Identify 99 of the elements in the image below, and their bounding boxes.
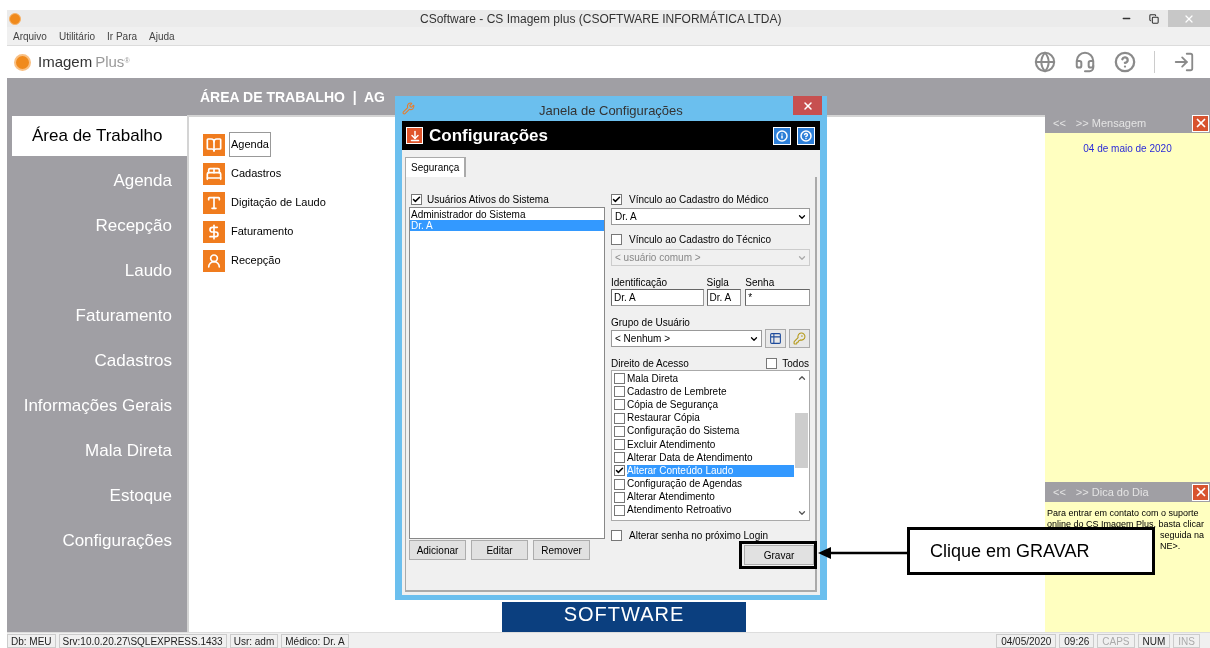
list-item[interactable]: Alterar Atendimento (627, 491, 794, 504)
checkbox[interactable] (614, 399, 625, 411)
wrench-icon (402, 102, 415, 115)
checkbox[interactable] (614, 439, 625, 451)
close-button[interactable] (793, 96, 822, 115)
app-logo-icon (9, 12, 21, 25)
dollar-icon[interactable] (203, 220, 225, 243)
checkbox[interactable] (614, 425, 625, 437)
headset-icon[interactable] (1074, 51, 1096, 73)
status-cell: Srv:10.0.20.27\SQLEXPRESS.1433 (58, 633, 227, 648)
scroll-down-icon[interactable] (796, 508, 807, 518)
menu-item[interactable]: Ajuda (149, 28, 175, 44)
logo-text: SOFTWARE (563, 604, 685, 624)
checkbox-label: Alterar senha no próximo Login (629, 528, 768, 543)
exit-icon[interactable] (1173, 51, 1195, 73)
shortcut-link[interactable]: Cadastros (229, 161, 284, 186)
dialog-title: Janela de Configurações (539, 102, 683, 120)
checkbox[interactable] (411, 194, 422, 205)
sidebar-item[interactable]: Área de Trabalho (12, 116, 187, 156)
window-title: CSoftware - CS Imagem plus (CSOFTWARE INFORMÁTICA LTDA) (420, 10, 782, 28)
menu-item[interactable]: Utilitário (58, 28, 96, 44)
breadcrumb: ÁREA DE TRABALHO | AG (200, 88, 385, 107)
list-item[interactable]: Alterar Data de Atendimento (627, 451, 794, 464)
brand-logo-icon (14, 53, 31, 71)
bed-icon[interactable] (203, 162, 225, 185)
list-item[interactable]: Excluir Atendimento (627, 438, 794, 451)
field-label: Identificação (611, 276, 669, 289)
status-cell: 09:26 (1059, 633, 1095, 648)
list-item[interactable]: Configuração do Sistema (627, 425, 794, 438)
checkbox[interactable] (614, 373, 625, 385)
checkbox-label: Vínculo ao Cadastro do Médico (629, 192, 769, 207)
checkbox[interactable] (614, 412, 625, 424)
menu-item[interactable]: Arquivo (13, 28, 47, 44)
checkbox[interactable] (614, 491, 625, 503)
close-icon (801, 99, 814, 112)
list-item[interactable]: Configuração de Agendas (627, 478, 794, 491)
restore-icon[interactable] (1149, 13, 1159, 24)
dialog-heading: Configurações (429, 124, 549, 147)
panel-title: >> Dica do Dia (1075, 484, 1149, 500)
book-icon[interactable] (203, 133, 225, 156)
checkbox[interactable] (614, 478, 625, 490)
shortcut-link[interactable]: Agenda (229, 132, 271, 157)
close-icon[interactable] (1192, 114, 1209, 132)
shortcut-link[interactable]: Recepção (229, 248, 283, 273)
tip-text: Para entrar em contato com o suporte (1047, 508, 1200, 519)
person-icon[interactable] (203, 249, 225, 272)
letter-icon[interactable] (203, 191, 225, 214)
info-icon[interactable] (773, 126, 791, 145)
dialog-button[interactable]: Editar (471, 540, 528, 560)
tip-text: online do CS Imagem Plus, basta clicar (1047, 519, 1206, 530)
list-item[interactable]: Mala Direta (627, 372, 794, 385)
checkbox-label: Vínculo ao Cadastro do Técnico (629, 232, 772, 247)
checkbox-label: Todos (782, 356, 809, 371)
input-field[interactable]: Dr. A (611, 289, 704, 306)
tip-text: seguida na (1159, 530, 1206, 541)
list-item[interactable]: Atendimento Retroativo (627, 504, 794, 517)
checkbox[interactable] (614, 386, 625, 398)
field-label: Senha (745, 276, 776, 289)
checkbox[interactable] (614, 504, 625, 516)
download-icon (406, 127, 423, 144)
shortcut-link[interactable]: Digitação de Laudo (229, 190, 328, 215)
scroll-up-icon[interactable] (796, 373, 807, 383)
field-label: Grupo de Usuário (611, 316, 691, 329)
checkbox[interactable] (766, 357, 778, 369)
tab[interactable]: Segurança (405, 157, 467, 177)
close-icon[interactable] (1192, 483, 1209, 501)
status-cell: Médico: Dr. A (281, 633, 349, 648)
checkbox[interactable] (614, 452, 625, 464)
checkbox[interactable] (611, 529, 622, 541)
status-cell: Db: MEU (7, 633, 56, 648)
list-item[interactable]: Administrador do Sistema (410, 209, 604, 220)
status-cell: NUM (1137, 633, 1171, 648)
list-item[interactable]: Restaurar Cópia (627, 412, 794, 425)
panel-title: >> Mensagem (1075, 115, 1147, 131)
list-item[interactable]: Cadastro de Lembrete (627, 385, 794, 398)
group-select[interactable]: < Nenhum > (611, 330, 762, 347)
dialog-button[interactable]: Adicionar (409, 540, 466, 560)
status-cell: CAPS (1097, 633, 1135, 648)
menu-item[interactable]: Ir Para (107, 28, 138, 44)
save-button[interactable]: Gravar (744, 545, 814, 565)
input-field[interactable]: Dr. A (706, 289, 742, 306)
table-edit-icon[interactable] (765, 329, 786, 348)
status-cell: INS (1173, 633, 1200, 648)
callout-text: Clique em GRAVAR (930, 539, 1090, 563)
shortcut-link[interactable]: Faturamento (229, 219, 296, 244)
checkbox[interactable] (614, 465, 625, 477)
list-item[interactable]: Cópia de Segurança (627, 398, 794, 411)
doctor-select[interactable]: Dr. A (611, 208, 810, 225)
globe-icon[interactable] (1034, 51, 1056, 73)
field-label: Direito de Acesso (611, 356, 689, 371)
status-cell: 04/05/2020 (996, 633, 1057, 648)
brand-name: Imagem Plus$^{®}$ (38, 51, 130, 72)
checkbox[interactable] (611, 193, 622, 205)
dialog-button[interactable]: Remover (533, 540, 590, 560)
message-date: 04 de maio de 2020 (1083, 142, 1172, 156)
field-label: Sigla (706, 276, 730, 289)
status-cell: Usr: adm (229, 633, 279, 648)
checkbox-label: Usuários Ativos do Sistema (427, 193, 549, 207)
input-field[interactable]: * (745, 289, 810, 306)
